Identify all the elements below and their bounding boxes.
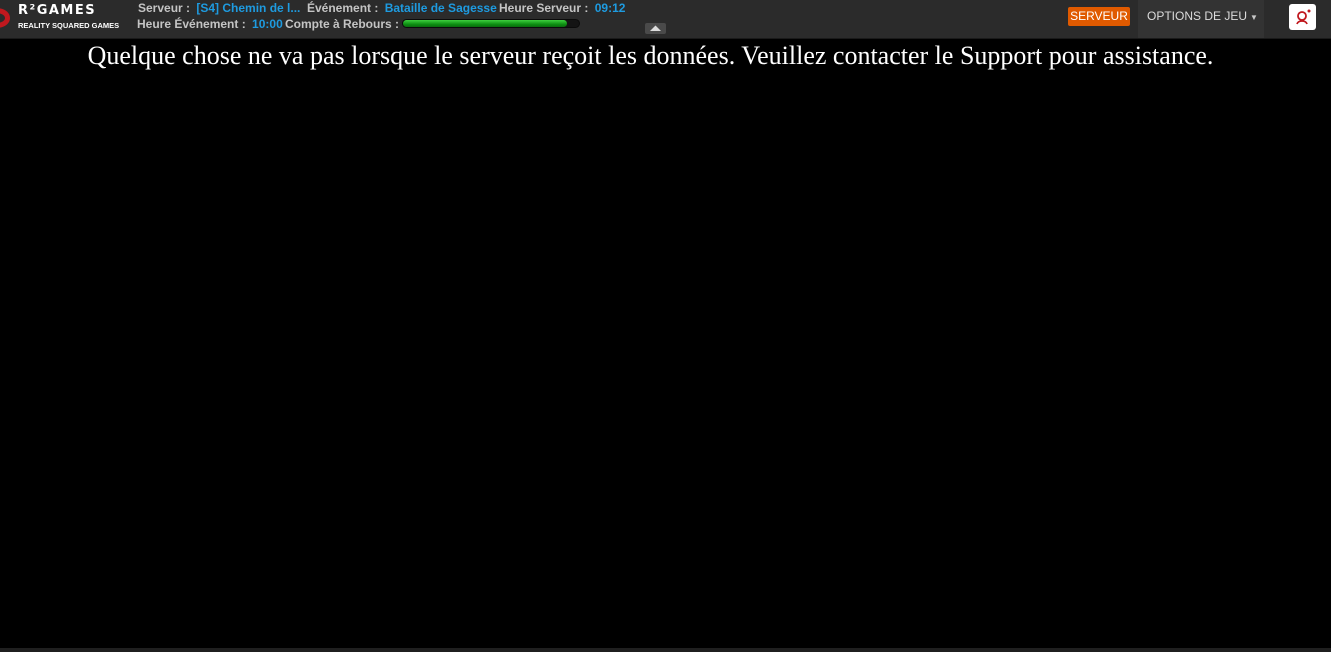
bottom-border — [0, 648, 1331, 652]
event-label: Événement : — [307, 1, 379, 15]
event-info: Événement : Bataille de Sagesse — [307, 1, 497, 15]
top-bar: R²GAMES REALITY SQUARED GAMES Serveur : … — [0, 0, 1331, 39]
countdown-progress-bar — [402, 19, 580, 28]
game-options-label: OPTIONS DE JEU — [1147, 9, 1248, 23]
countdown-progress-fill — [403, 20, 567, 27]
countdown-info: Compte à Rebours : — [285, 17, 399, 31]
server-info: Serveur : [S4] Chemin de l... — [138, 1, 300, 15]
countdown-label: Compte à Rebours : — [285, 17, 400, 31]
collapse-bar-button[interactable] — [645, 23, 666, 34]
logo-subtitle: REALITY SQUARED GAMES — [18, 21, 120, 30]
server-time-value: 09:12 — [594, 1, 626, 15]
server-label: Serveur : — [138, 1, 191, 15]
server-button[interactable]: SERVEUR — [1068, 7, 1130, 26]
r2games-logo[interactable]: R²GAMES REALITY SQUARED GAMES — [0, 0, 130, 34]
chevron-up-icon — [650, 25, 661, 31]
server-time-label: Heure Serveur : — [499, 1, 589, 15]
server-value[interactable]: [S4] Chemin de l... — [196, 1, 300, 15]
error-message: Quelque chose ne va pas lorsque le serve… — [87, 41, 1214, 70]
server-time-info: Heure Serveur : 09:12 — [499, 1, 625, 15]
game-options-menu[interactable]: OPTIONS DE JEU ▼ — [1138, 0, 1264, 38]
logo-title: R²GAMES — [18, 3, 97, 18]
event-value: Bataille de Sagesse — [384, 1, 497, 15]
event-time-label: Heure Événement : — [137, 17, 246, 31]
event-time-info: Heure Événement : 10:00 — [137, 17, 283, 31]
r2-logo-icon — [0, 8, 10, 28]
user-account-button[interactable] — [1289, 4, 1316, 30]
event-time-value: 10:00 — [252, 17, 283, 31]
caret-down-icon: ▼ — [1250, 13, 1258, 22]
user-account-icon — [1296, 9, 1311, 25]
